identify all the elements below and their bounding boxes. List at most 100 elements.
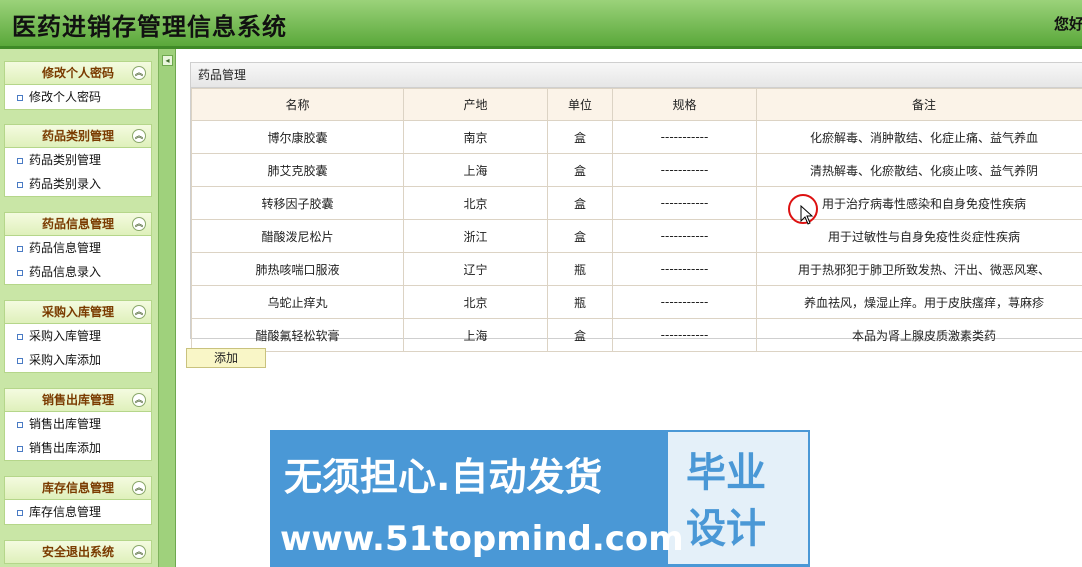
- sidebar-item-label: 采购入库管理: [29, 329, 102, 343]
- cell-name: 博尔康胶囊: [191, 120, 404, 154]
- sidebar-group-drug-category: 药品类别管理 ︽ 药品类别管理 药品类别录入: [4, 124, 152, 197]
- sidebar-group-header[interactable]: 库存信息管理 ︽: [4, 476, 152, 500]
- sidebar-group-purchase: 采购入库管理 ︽ 采购入库管理 采购入库添加: [4, 300, 152, 373]
- sidebar-group-header[interactable]: 销售出库管理 ︽: [4, 388, 152, 412]
- table-row[interactable]: 醋酸泼尼松片 浙江 盒 ----------- 用于过敏性与自身免疫性炎症性疾病: [191, 219, 1082, 253]
- sidebar-group-title: 库存信息管理: [41, 481, 114, 495]
- sidebar-group-title: 采购入库管理: [41, 305, 114, 319]
- mouse-cursor-icon: [800, 205, 814, 225]
- sidebar-group-header[interactable]: 药品类别管理 ︽: [4, 124, 152, 148]
- sidebar-splitter[interactable]: ◂: [159, 49, 176, 567]
- sidebar-group-password: 修改个人密码 ︽ 修改个人密码: [4, 61, 152, 110]
- bullet-icon: [17, 333, 23, 340]
- cell-name: 醋酸泼尼松片: [191, 219, 404, 253]
- bullet-icon: [17, 181, 23, 188]
- sidebar-group-inventory: 库存信息管理 ︽ 库存信息管理: [4, 476, 152, 525]
- collapse-up-icon[interactable]: ︽: [132, 481, 146, 495]
- sidebar-group-title: 修改个人密码: [41, 66, 114, 80]
- collapse-up-icon[interactable]: ︽: [132, 305, 146, 319]
- sidebar-item-category-add[interactable]: 药品类别录入: [5, 172, 151, 196]
- sidebar-item-label: 药品信息录入: [29, 265, 102, 279]
- watermark-banner: 无须担心.自动发货 www.51topmind.com 毕业 设计: [270, 430, 810, 567]
- cell-remark: 本品为肾上腺皮质激素类药: [756, 318, 1082, 352]
- sidebar-item-sales-manage[interactable]: 销售出库管理: [5, 412, 151, 436]
- column-header-remark: 备注: [756, 88, 1082, 121]
- sidebar-item-category-manage[interactable]: 药品类别管理: [5, 148, 151, 172]
- sidebar-group-body: 修改个人密码: [4, 85, 152, 110]
- column-header-origin: 产地: [403, 88, 548, 121]
- sidebar-group-header[interactable]: 药品信息管理 ︽: [4, 212, 152, 236]
- panel-title: 药品管理: [191, 63, 1082, 88]
- cell-name: 转移因子胶囊: [191, 186, 404, 220]
- drug-table: 名称 产地 单位 规格 备注 博尔康胶囊 南京 盒 ----------- 化瘀…: [191, 88, 1082, 352]
- sidebar-item-drug-add[interactable]: 药品信息录入: [5, 260, 151, 284]
- cell-origin: 北京: [403, 186, 548, 220]
- sidebar-group-title: 销售出库管理: [41, 393, 114, 407]
- cell-unit: 盒: [547, 186, 613, 220]
- cell-unit: 盒: [547, 153, 613, 187]
- sidebar-item-label: 采购入库添加: [29, 353, 102, 367]
- cell-origin: 南京: [403, 120, 548, 154]
- sidebar-item-inventory-manage[interactable]: 库存信息管理: [5, 500, 151, 524]
- cell-spec: -----------: [612, 252, 757, 286]
- sidebar-group-header[interactable]: 采购入库管理 ︽: [4, 300, 152, 324]
- collapse-left-icon[interactable]: ◂: [162, 55, 173, 66]
- sidebar-item-change-password[interactable]: 修改个人密码: [5, 85, 151, 109]
- cell-remark: 养血祛风，燥湿止痒。用于皮肤瘙痒，荨麻疹: [756, 285, 1082, 319]
- app-title: 医药进销存管理信息系统: [12, 13, 287, 41]
- sidebar-item-purchase-add[interactable]: 采购入库添加: [5, 348, 151, 372]
- table-row[interactable]: 肺艾克胶囊 上海 盒 ----------- 清热解毒、化瘀散结、化痰止咳、益气…: [191, 153, 1082, 187]
- sidebar-item-label: 药品信息管理: [29, 241, 102, 255]
- cell-unit: 瓶: [547, 285, 613, 319]
- watermark-url: www.51topmind.com: [280, 519, 684, 559]
- column-header-spec: 规格: [612, 88, 757, 121]
- watermark-badge-line1: 毕业: [686, 450, 766, 496]
- cell-spec: -----------: [612, 285, 757, 319]
- collapse-up-icon[interactable]: ︽: [132, 217, 146, 231]
- collapse-up-icon[interactable]: ︽: [132, 129, 146, 143]
- sidebar-item-label: 销售出库管理: [29, 417, 102, 431]
- sidebar-group-body: 药品信息管理 药品信息录入: [4, 236, 152, 285]
- table-row[interactable]: 醋酸氟轻松软膏 上海 盒 ----------- 本品为肾上腺皮质激素类药: [191, 318, 1082, 352]
- sidebar-group-body: 库存信息管理: [4, 500, 152, 525]
- table-row[interactable]: 肺热咳喘口服液 辽宁 瓶 ----------- 用于热邪犯于肺卫所致发热、汗出…: [191, 252, 1082, 286]
- cell-origin: 上海: [403, 153, 548, 187]
- cell-unit: 盒: [547, 120, 613, 154]
- cell-origin: 浙江: [403, 219, 548, 253]
- cell-remark: 用于热邪犯于肺卫所致发热、汗出、微恶风寒、: [756, 252, 1082, 286]
- sidebar-item-label: 销售出库添加: [29, 441, 102, 455]
- cell-spec: -----------: [612, 153, 757, 187]
- bullet-icon: [17, 357, 23, 364]
- cell-unit: 盒: [547, 318, 613, 352]
- bullet-icon: [17, 157, 23, 164]
- sidebar-item-drug-manage[interactable]: 药品信息管理: [5, 236, 151, 260]
- cell-name: 乌蛇止痒丸: [191, 285, 404, 319]
- sidebar-item-label: 药品类别管理: [29, 153, 102, 167]
- column-header-unit: 单位: [547, 88, 613, 121]
- collapse-up-icon[interactable]: ︽: [132, 545, 146, 559]
- table-row[interactable]: 转移因子胶囊 北京 盒 ----------- 用于治疗病毒性感染和自身免疫性疾…: [191, 186, 1082, 220]
- sidebar-group-drug-info: 药品信息管理 ︽ 药品信息管理 药品信息录入: [4, 212, 152, 285]
- sidebar-group-logout: 安全退出系统 ︽: [4, 540, 152, 564]
- add-button[interactable]: 添加: [186, 348, 266, 368]
- sidebar-item-label: 修改个人密码: [29, 90, 102, 104]
- sidebar-group-header[interactable]: 安全退出系统 ︽: [4, 540, 152, 564]
- cell-name: 肺热咳喘口服液: [191, 252, 404, 286]
- collapse-up-icon[interactable]: ︽: [132, 393, 146, 407]
- table-row[interactable]: 博尔康胶囊 南京 盒 ----------- 化瘀解毒、消肿散结、化症止痛、益气…: [191, 120, 1082, 154]
- table-row[interactable]: 乌蛇止痒丸 北京 瓶 ----------- 养血祛风，燥湿止痒。用于皮肤瘙痒，…: [191, 285, 1082, 319]
- sidebar-group-title: 安全退出系统: [41, 545, 114, 559]
- sidebar-item-purchase-manage[interactable]: 采购入库管理: [5, 324, 151, 348]
- drug-management-panel: 药品管理 名称 产地 单位 规格 备注 博尔康胶囊 南京 盒 ---------…: [190, 62, 1082, 352]
- sidebar: 修改个人密码 ︽ 修改个人密码 药品类别管理 ︽ 药品类别管理 药品类别录入 药…: [0, 49, 159, 567]
- sidebar-group-title: 药品类别管理: [41, 129, 114, 143]
- sidebar-item-sales-add[interactable]: 销售出库添加: [5, 436, 151, 460]
- bullet-icon: [17, 94, 23, 101]
- cell-spec: -----------: [612, 219, 757, 253]
- column-header-name: 名称: [191, 88, 404, 121]
- sidebar-group-header[interactable]: 修改个人密码 ︽: [4, 61, 152, 85]
- cell-origin: 北京: [403, 285, 548, 319]
- sidebar-group-body: 药品类别管理 药品类别录入: [4, 148, 152, 197]
- bullet-icon: [17, 445, 23, 452]
- collapse-up-icon[interactable]: ︽: [132, 66, 146, 80]
